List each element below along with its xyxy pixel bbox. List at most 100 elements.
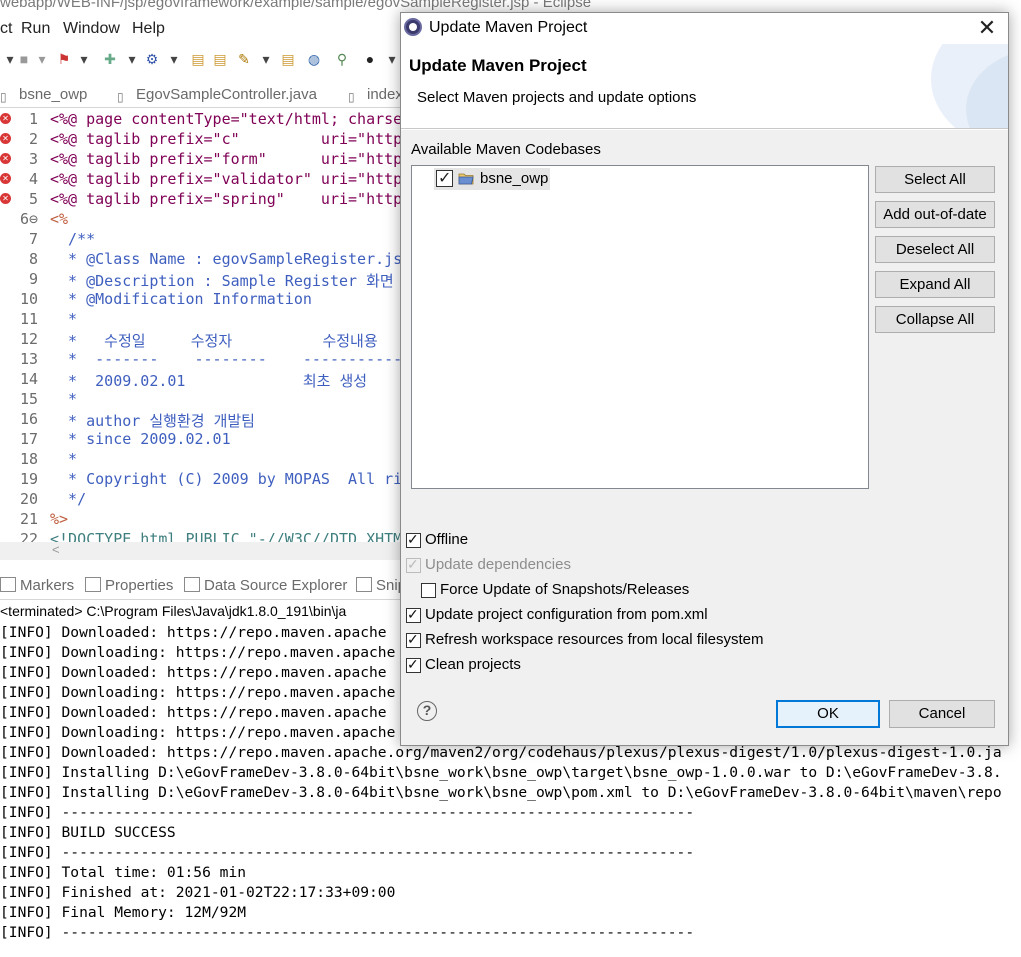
error-marker-icon[interactable]: ✕ <box>0 193 11 204</box>
code-text: %> <box>50 510 69 528</box>
error-marker-icon[interactable]: ✕ <box>0 113 11 124</box>
code-text: <%@ taglib prefix="c" uri="http <box>50 130 400 148</box>
code-line[interactable]: 12 * 수정일 수정자 수정내용 <box>0 330 400 350</box>
checkbox-box[interactable] <box>406 606 421 623</box>
tab-egov-sample-controller[interactable]: ▯ EgovSampleController.java <box>117 86 317 104</box>
menu-run[interactable]: Run <box>21 20 50 38</box>
code-line[interactable]: 15 * <box>0 390 400 410</box>
console-line: [INFO] Installing D:\eGovFrameDev-3.8.0-… <box>0 784 1002 801</box>
dialog-subtitle: Select Maven projects and update options <box>417 89 697 106</box>
stop-icon[interactable]: ■ <box>16 51 32 67</box>
code-text: * @Modification Information <box>50 290 312 308</box>
add-out-of-date-button[interactable]: Add out-of-date <box>875 201 995 228</box>
close-icon[interactable]: ✕ <box>969 14 1005 42</box>
project-checkbox[interactable] <box>436 168 453 188</box>
code-line[interactable]: 9 * @Description : Sample Register 화면 <box>0 270 400 290</box>
codebases-tree[interactable]: bsne_owp <box>411 165 869 489</box>
code-line[interactable]: 16 * author 실행환경 개발팀 <box>0 410 400 430</box>
chevron-down-icon[interactable]: ▾ <box>384 51 400 67</box>
menu-window[interactable]: Window <box>63 20 120 38</box>
code-line[interactable]: 8 * @Class Name : egovSampleRegister.js <box>0 250 400 270</box>
code-line[interactable]: 17 * since 2009.02.01 <box>0 430 400 450</box>
checkbox-label: Refresh workspace resources from local f… <box>425 631 764 648</box>
checkbox-label: Clean projects <box>425 656 521 673</box>
line-number: 14 <box>19 370 38 388</box>
tools-icon[interactable]: ✎ <box>236 51 252 67</box>
error-marker-icon[interactable]: ✕ <box>0 133 11 144</box>
code-line[interactable]: 11 * <box>0 310 400 330</box>
dialog-heading: Update Maven Project <box>409 56 587 75</box>
tab-index[interactable]: ▯ index <box>348 86 403 104</box>
console-line: [INFO] ---------------------------------… <box>0 804 695 821</box>
run-config-icon[interactable]: ⚙ <box>144 51 160 67</box>
tab-markers[interactable]: Markers <box>0 577 74 594</box>
code-line[interactable]: 21 %> <box>0 510 400 530</box>
file-icon: ▯ <box>348 90 355 104</box>
code-editor[interactable]: ✕ 1 <%@ page contentType="text/html; chars… <box>0 108 400 542</box>
help-icon[interactable]: ? <box>417 701 437 721</box>
new-wizard-icon[interactable]: ✚ <box>102 51 118 67</box>
folder-icon[interactable]: ▤ <box>280 51 296 67</box>
code-line[interactable]: 20 */ <box>0 490 400 510</box>
code-line[interactable]: ✕ 1 <%@ page contentType="text/html; chars… <box>0 110 400 130</box>
ok-button[interactable]: OK <box>776 700 880 728</box>
line-number: 4 <box>28 170 38 188</box>
console-line: [INFO] Downloading: https://repo.maven.a… <box>0 684 396 701</box>
chevron-down-icon[interactable]: ▾ <box>76 51 92 67</box>
code-line[interactable]: ✕ 2 <%@ taglib prefix="c" uri="http <box>0 130 400 150</box>
deselect-all-button[interactable]: Deselect All <box>875 236 995 263</box>
chevron-down-icon[interactable]: ▾ <box>124 51 140 67</box>
tab-snippets[interactable]: Snip <box>356 577 406 594</box>
code-line[interactable]: 14 * 2009.02.01 최초 생성 <box>0 370 400 390</box>
checkbox-box <box>406 556 421 573</box>
editor-horizontal-scrollbar[interactable]: < <box>0 542 400 560</box>
menu-help[interactable]: Help <box>132 20 165 38</box>
checkbox-box[interactable] <box>406 656 421 673</box>
database-icon <box>184 577 200 592</box>
code-line[interactable]: 22 <!DOCTYPE html PUBLIC "-//W3C//DTD XHT… <box>0 530 400 542</box>
globe-icon[interactable]: ◍ <box>306 51 322 67</box>
checkbox-box[interactable] <box>421 583 436 598</box>
tab-bsne-owp[interactable]: ▯ bsne_owp <box>0 86 87 104</box>
search-icon[interactable]: ⚲ <box>334 51 350 67</box>
code-line[interactable]: 18 * <box>0 450 400 470</box>
cancel-button[interactable]: Cancel <box>889 700 995 728</box>
update-maven-project-dialog: Update Maven Project ✕ Update Maven Proj… <box>400 12 1009 746</box>
line-number: 17 <box>19 430 38 448</box>
tab-data-source-explorer[interactable]: Data Source Explorer <box>184 577 347 594</box>
line-number: 15 <box>19 390 38 408</box>
debug-icon[interactable]: ⚑ <box>56 51 72 67</box>
user-icon[interactable]: ● <box>362 51 378 67</box>
menu-project[interactable]: ct <box>0 20 12 38</box>
error-marker-icon[interactable]: ✕ <box>0 173 11 184</box>
code-line[interactable]: 6⊖ <% <box>0 210 400 230</box>
code-text: <%@ taglib prefix="form" uri="http <box>50 150 400 168</box>
expand-all-button[interactable]: Expand All <box>875 271 995 298</box>
code-line[interactable]: 7 /** <box>0 230 400 250</box>
code-line[interactable]: 19 * Copyright (C) 2009 by MOPAS All ri <box>0 470 400 490</box>
divider <box>401 129 1008 130</box>
scroll-left-icon[interactable]: < <box>52 542 60 557</box>
tab-properties[interactable]: Properties <box>85 577 173 594</box>
code-line[interactable]: 13 * ------- -------- ----------- <box>0 350 400 370</box>
select-all-button[interactable]: Select All <box>875 166 995 193</box>
tree-item-project[interactable]: bsne_owp <box>434 168 550 190</box>
checkbox-box[interactable] <box>406 631 421 648</box>
chevron-down-icon[interactable]: ▾ <box>258 51 274 67</box>
error-marker-icon[interactable]: ✕ <box>0 153 11 164</box>
code-line[interactable]: ✕ 5 <%@ taglib prefix="spring" uri="http <box>0 190 400 210</box>
open-folder-icon[interactable]: ▤ <box>190 51 206 67</box>
checkbox-box[interactable] <box>406 531 421 548</box>
chevron-down-icon[interactable]: ▾ <box>166 51 182 67</box>
chevron-down-icon[interactable]: ▾ <box>34 51 50 67</box>
collapse-all-button[interactable]: Collapse All <box>875 306 995 333</box>
code-line[interactable]: 10 * @Modification Information <box>0 290 400 310</box>
dialog-title-bar[interactable]: Update Maven Project ✕ <box>401 13 1008 44</box>
console-line: [INFO] ---------------------------------… <box>0 924 695 941</box>
code-line[interactable]: ✕ 4 <%@ taglib prefix="validator" uri="htt… <box>0 170 400 190</box>
line-number: 19 <box>19 470 38 488</box>
line-number: 9 <box>28 270 38 288</box>
code-line[interactable]: ✕ 3 <%@ taglib prefix="form" uri="http <box>0 150 400 170</box>
line-number: 2 <box>28 130 38 148</box>
open-type-icon[interactable]: ▤ <box>212 51 228 67</box>
